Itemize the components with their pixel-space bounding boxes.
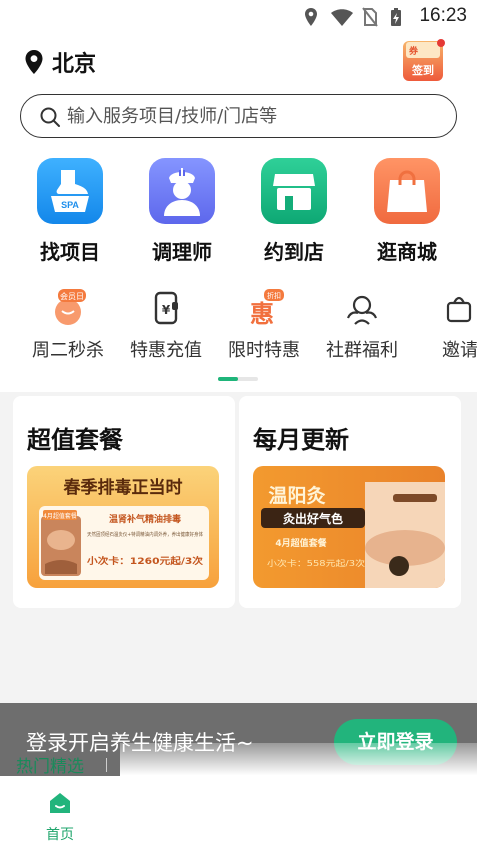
card-title: 超值套餐 — [27, 426, 123, 454]
city-name: 北京 — [52, 52, 97, 77]
banner-price: 小次卡：558元起/3次 — [267, 558, 365, 568]
banner-headline: 春季排毒正当时 — [64, 477, 183, 498]
divider — [106, 758, 107, 772]
fade-overlay — [120, 743, 477, 797]
card-title: 每月更新 — [253, 426, 349, 454]
subcat-limited-offer[interactable]: 惠 折扣 限时特惠 — [214, 288, 314, 362]
banner-subtitle: 温肾补气精油排毒 — [109, 513, 181, 525]
subcat-community[interactable]: 社群福利 — [312, 288, 412, 362]
category-therapist[interactable]: 调理师 — [132, 158, 232, 265]
discount-glyph: 惠 — [250, 300, 274, 328]
spring-detox-banner[interactable]: 春季排毒正当时 4月超值套餐 温肾补气精油排毒 天然固顶经石温灸仪+特调精油内调… — [27, 466, 219, 588]
svg-text:¥: ¥ — [162, 303, 171, 317]
moxibustion-banner[interactable]: 温阳灸 灸出好气色 4月超值套餐 小次卡：558元起/3次 — [253, 466, 445, 588]
banner-tag: 4月超值套餐 — [275, 537, 327, 549]
banner-price: 小次卡：1260元起/3次 — [86, 555, 203, 567]
sub-categories: 会员日 周二秒杀 ¥ 特惠充值 惠 折扣 限时特惠 社群福利 邀请 — [0, 288, 477, 368]
shopping-bag-icon — [374, 158, 440, 224]
invite-icon — [440, 288, 477, 328]
promo-card-value-package[interactable]: 超值套餐 春季排毒正当时 4月超值套餐 温肾补气精油排毒 天然固顶经石温灸仪+特… — [13, 396, 235, 608]
subcat-invite[interactable]: 邀请 — [410, 288, 477, 362]
battery-charging-icon — [391, 8, 401, 26]
subcat-recharge[interactable]: ¥ 特惠充值 — [116, 288, 216, 362]
subcat-flash-sale[interactable]: 会员日 周二秒杀 — [18, 288, 118, 362]
subcat-label: 社群福利 — [326, 340, 398, 361]
category-label: 找项目 — [40, 240, 100, 264]
svg-text:SPA: SPA — [61, 200, 79, 210]
location-selector[interactable]: 北京 — [24, 46, 96, 78]
search-bar[interactable] — [20, 94, 457, 138]
recharge-card-icon: ¥ — [146, 288, 186, 328]
discount-badge: 折扣 — [267, 291, 281, 300]
store-icon — [261, 158, 327, 224]
member-badge: 会员日 — [60, 291, 84, 301]
checkin-button[interactable]: 券 签到 — [400, 38, 446, 84]
category-store[interactable]: 约到店 — [244, 158, 344, 265]
community-icon — [342, 288, 382, 328]
banner-headline: 温阳灸 — [268, 484, 325, 507]
banner-sub: 灸出好气色 — [282, 511, 343, 526]
subcat-label: 邀请 — [442, 340, 477, 361]
checkin-label: 签到 — [412, 64, 434, 77]
category-mall[interactable]: 逛商城 — [357, 158, 457, 265]
page-indicator — [218, 377, 258, 381]
no-sim-icon — [362, 7, 378, 27]
status-bar: 16:23 — [0, 0, 477, 34]
member-day-icon: 会员日 — [48, 288, 88, 328]
search-input[interactable] — [67, 103, 437, 129]
home-icon — [50, 793, 70, 813]
category-find-project[interactable]: SPA 找项目 — [20, 158, 120, 265]
banner-desc: 天然固顶经石温灸仪+特调精油内调外养，养出健康好身体 — [87, 531, 203, 538]
therapist-icon — [149, 158, 215, 224]
spa-icon: SPA — [37, 158, 103, 224]
promo-card-monthly-update[interactable]: 每月更新 温阳灸 灸出好气色 4月超值套餐 小次卡：558元起/3次 — [239, 396, 461, 608]
notification-dot — [437, 39, 445, 47]
subcat-label: 周二秒杀 — [32, 340, 104, 361]
subcat-label: 特惠充值 — [130, 340, 202, 361]
location-icon — [305, 8, 317, 26]
category-label: 调理师 — [152, 240, 212, 264]
coupon-label: 券 — [409, 47, 419, 57]
search-icon — [40, 107, 60, 127]
discount-icon: 惠 折扣 — [244, 288, 284, 328]
nav-home-label: 首页 — [46, 827, 74, 843]
status-time: 16:23 — [419, 5, 467, 26]
nav-home[interactable]: 首页 — [38, 792, 82, 844]
wifi-icon — [331, 9, 353, 26]
category-label: 逛商城 — [377, 240, 437, 264]
subcat-label: 限时特惠 — [228, 340, 300, 361]
map-pin-icon — [25, 50, 43, 74]
hot-picks-heading[interactable]: 热门精选 — [16, 752, 84, 777]
banner-tag: 4月超值套餐 — [43, 512, 77, 520]
category-label: 约到店 — [264, 240, 324, 264]
